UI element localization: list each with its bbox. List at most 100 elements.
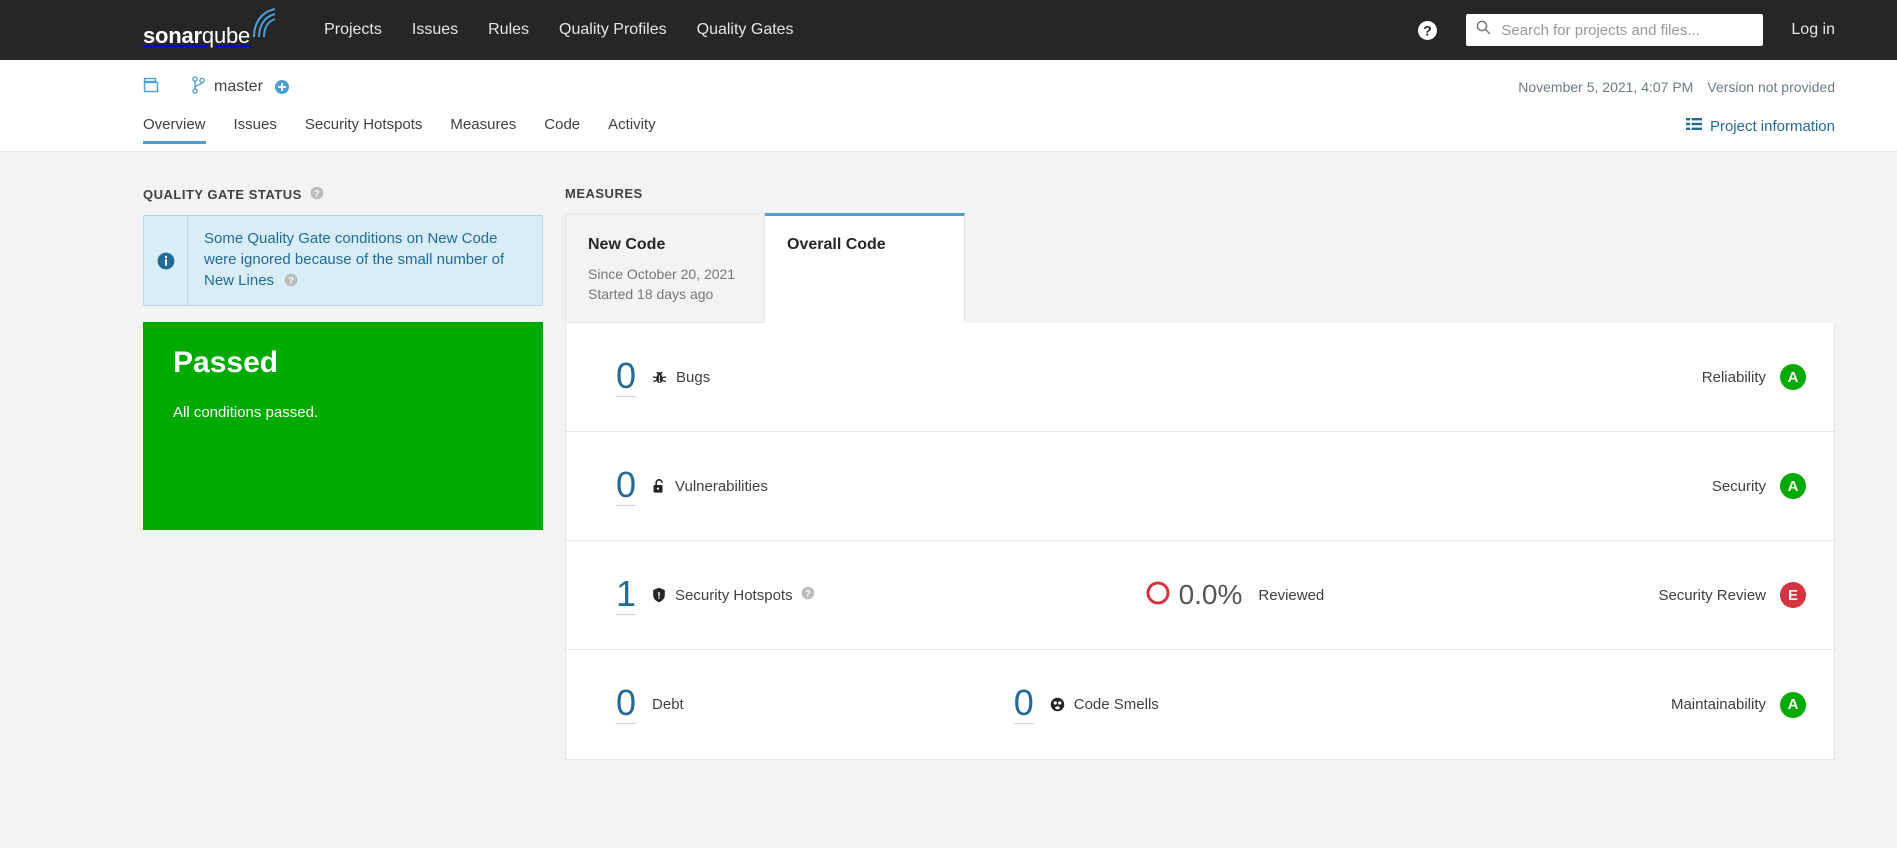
code-smell-icon bbox=[1050, 697, 1065, 712]
vulnerabilities-label: Vulnerabilities bbox=[675, 477, 768, 495]
info-icon bbox=[144, 216, 188, 305]
project-context-header: master November 5, 2021, 4:07 PM Version… bbox=[0, 60, 1897, 152]
donut-chart-icon bbox=[1145, 580, 1171, 611]
bug-icon bbox=[652, 370, 667, 385]
global-nav-actions: ? Log in bbox=[1410, 13, 1835, 47]
security-review-rating-label: Security Review bbox=[1658, 586, 1766, 604]
svg-text:?: ? bbox=[288, 276, 294, 287]
bugs-value[interactable]: 0 bbox=[616, 357, 637, 397]
login-link[interactable]: Log in bbox=[1791, 21, 1835, 39]
reliability-rating: Reliability A bbox=[1702, 364, 1806, 390]
maintainability-rating-label: Maintainability bbox=[1670, 696, 1766, 713]
code-smells-label-wrap: Code Smells bbox=[1050, 696, 1159, 713]
vulnerability-lock-icon bbox=[652, 478, 666, 494]
tab-activity[interactable]: Activity bbox=[608, 117, 656, 144]
quality-gate-notice-message: Some Quality Gate conditions on New Code… bbox=[204, 230, 505, 289]
measures-tab-overall-code-title: Overall Code bbox=[787, 236, 886, 253]
code-smells-value[interactable]: 0 bbox=[1013, 685, 1034, 724]
vulnerabilities-label-wrap: Vulnerabilities bbox=[652, 478, 768, 495]
svg-text:?: ? bbox=[805, 589, 811, 600]
security-rating-label: Security bbox=[1711, 477, 1766, 495]
measures-column: MEASURES New Code Since October 20, 2021… bbox=[565, 186, 1835, 848]
measures-tab-new-code-title: New Code bbox=[588, 236, 666, 253]
measure-row-bugs: 0 Bugs Reliability A bbox=[566, 323, 1834, 432]
measures-tab-overall-code[interactable]: Overall Code bbox=[765, 213, 965, 323]
search-box[interactable] bbox=[1466, 14, 1764, 46]
svg-text:?: ? bbox=[314, 189, 320, 200]
tab-measures[interactable]: Measures bbox=[450, 117, 516, 144]
shield-icon bbox=[652, 587, 666, 603]
vulnerabilities-value[interactable]: 0 bbox=[616, 466, 637, 506]
list-icon bbox=[1685, 117, 1702, 135]
branch-icon bbox=[192, 75, 205, 99]
measure-row-vulnerabilities: 0 Vulnerabilities Security A bbox=[566, 432, 1834, 541]
bugs-label-wrap: Bugs bbox=[652, 369, 710, 386]
quality-gate-status-panel: Passed All conditions passed. bbox=[143, 322, 543, 530]
security-hotspots-metric: 1 Security Hotspots ? bbox=[616, 575, 815, 615]
security-hotspots-label: Security Hotspots bbox=[675, 586, 793, 604]
tab-security-hotspots[interactable]: Security Hotspots bbox=[305, 117, 423, 144]
tab-issues[interactable]: Issues bbox=[234, 117, 277, 144]
nav-item-quality-gates[interactable]: Quality Gates bbox=[682, 0, 809, 60]
measures-section-title: MEASURES bbox=[565, 186, 1835, 201]
help-icon[interactable]: ? bbox=[310, 186, 324, 203]
project-information-link[interactable]: Project information bbox=[1685, 117, 1835, 135]
tab-overview[interactable]: Overview bbox=[143, 117, 206, 144]
help-icon[interactable]: ? bbox=[284, 273, 298, 291]
code-smells-label: Code Smells bbox=[1073, 696, 1159, 713]
security-review-rating: Security Review E bbox=[1658, 582, 1806, 608]
security-rating-badge[interactable]: A bbox=[1780, 473, 1806, 499]
project-tabs: Overview Issues Security Hotspots Measur… bbox=[143, 106, 684, 144]
quality-gate-notice: Some Quality Gate conditions on New Code… bbox=[143, 215, 543, 306]
star-add-icon[interactable] bbox=[274, 79, 290, 95]
analysis-date: November 5, 2021, 4:07 PM bbox=[1518, 79, 1694, 95]
sonarqube-logo[interactable]: sonarqube bbox=[143, 8, 277, 48]
nav-item-projects[interactable]: Projects bbox=[309, 0, 397, 60]
security-hotspots-reviewed-value: 0.0% bbox=[1178, 579, 1243, 610]
tab-code[interactable]: Code bbox=[544, 117, 580, 144]
project-icon bbox=[143, 77, 160, 98]
search-icon bbox=[1476, 20, 1491, 40]
measure-row-maintainability: 0 Debt 0 Code Smells Maintainability A bbox=[566, 650, 1834, 759]
analysis-meta: November 5, 2021, 4:07 PM Version not pr… bbox=[1518, 79, 1835, 95]
security-hotspots-reviewed-label: Reviewed bbox=[1258, 586, 1325, 604]
quality-gate-section-title: QUALITY GATE STATUS ? bbox=[143, 186, 543, 203]
measures-tabs: New Code Since October 20, 2021 Started … bbox=[565, 213, 1835, 323]
branch-selector[interactable]: master bbox=[192, 75, 263, 99]
help-circle-icon[interactable]: ? bbox=[1410, 13, 1444, 47]
maintainability-rating-badge[interactable]: A bbox=[1780, 691, 1806, 718]
measures-tab-new-code[interactable]: New Code Since October 20, 2021 Started … bbox=[565, 213, 765, 323]
project-tabs-row: Overview Issues Security Hotspots Measur… bbox=[143, 106, 1835, 144]
measures-card: 0 Bugs Reliability A 0 Vulnerabilities S… bbox=[565, 323, 1835, 760]
reliability-rating-badge[interactable]: A bbox=[1780, 364, 1806, 390]
security-hotspots-value[interactable]: 1 bbox=[616, 575, 637, 615]
measures-tabs-spacer bbox=[965, 213, 1835, 323]
quality-gate-column: QUALITY GATE STATUS ? Some Quality Gate … bbox=[143, 186, 543, 848]
maintainability-rating: Maintainability A bbox=[1670, 691, 1806, 718]
debt-label: Debt bbox=[652, 696, 684, 713]
nav-item-quality-profiles[interactable]: Quality Profiles bbox=[544, 0, 682, 60]
global-navbar: sonarqube Projects Issues Rules Quality … bbox=[0, 0, 1897, 60]
reliability-rating-label: Reliability bbox=[1701, 368, 1766, 386]
measures-section-label: MEASURES bbox=[565, 186, 643, 201]
code-smells-metric: 0 Code Smells bbox=[1013, 685, 1159, 724]
nav-item-rules[interactable]: Rules bbox=[473, 0, 544, 60]
search-input[interactable] bbox=[1499, 20, 1754, 40]
nav-item-issues[interactable]: Issues bbox=[397, 0, 473, 60]
debt-metric: 0 Debt bbox=[616, 685, 684, 724]
security-hotspots-reviewed: 0.0% Reviewed bbox=[1145, 579, 1325, 611]
sonarqube-waves-icon bbox=[251, 8, 277, 43]
security-review-rating-badge[interactable]: E bbox=[1780, 582, 1806, 608]
security-rating: Security A bbox=[1712, 473, 1806, 499]
debt-value[interactable]: 0 bbox=[616, 685, 637, 724]
overview-page: QUALITY GATE STATUS ? Some Quality Gate … bbox=[0, 152, 1897, 848]
project-information-label: Project information bbox=[1709, 117, 1835, 135]
svg-text:?: ? bbox=[1423, 22, 1432, 38]
security-hotspots-label-wrap: Security Hotspots ? bbox=[652, 586, 815, 604]
measures-tab-new-code-started: Started 18 days ago bbox=[588, 286, 714, 302]
vulnerabilities-metric: 0 Vulnerabilities bbox=[616, 466, 768, 506]
brand-text: sonarqube bbox=[143, 23, 251, 48]
bugs-metric: 0 Bugs bbox=[616, 357, 710, 397]
help-icon[interactable]: ? bbox=[801, 586, 815, 604]
quality-gate-status-detail: All conditions passed. bbox=[173, 404, 319, 421]
